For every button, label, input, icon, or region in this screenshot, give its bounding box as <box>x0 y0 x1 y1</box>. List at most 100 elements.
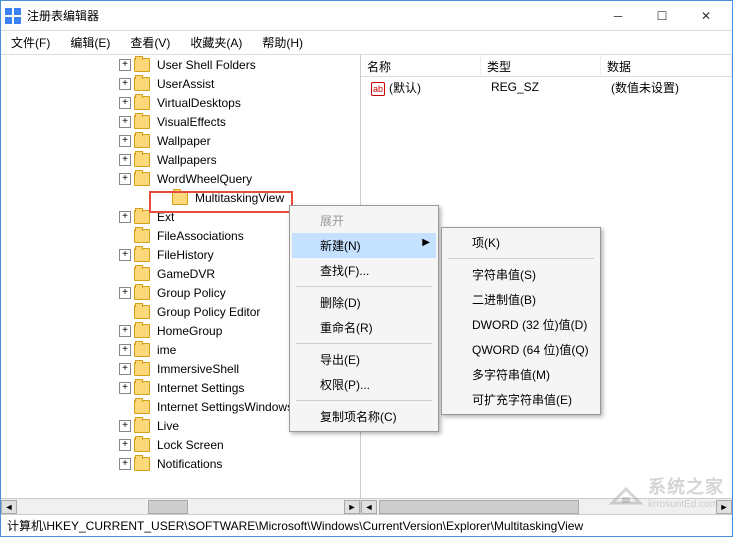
expand-toggle-icon[interactable]: + <box>119 211 131 223</box>
ctx-new-multistring[interactable]: 多字符串值(M) <box>444 362 598 387</box>
expand-toggle-icon[interactable]: + <box>119 154 131 166</box>
ctx-new-key[interactable]: 项(K) <box>444 230 598 255</box>
expand-toggle-icon[interactable]: + <box>119 78 131 90</box>
tree-item-label: FileAssociations <box>154 228 247 244</box>
folder-icon <box>134 58 150 72</box>
expand-toggle-icon[interactable]: + <box>119 458 131 470</box>
col-data[interactable]: 数据 <box>601 55 732 76</box>
folder-icon <box>134 115 150 129</box>
tree-item-label: GameDVR <box>154 266 218 282</box>
tree-item-label: Notifications <box>154 456 225 472</box>
expand-toggle-icon[interactable]: + <box>119 59 131 71</box>
close-button[interactable]: ✕ <box>684 2 728 30</box>
col-type[interactable]: 类型 <box>481 55 601 76</box>
ctx-delete[interactable]: 删除(D) <box>292 290 436 315</box>
tree-item[interactable]: + UserAssist <box>1 74 360 93</box>
minimize-button[interactable]: ─ <box>596 2 640 30</box>
expand-toggle-icon[interactable]: + <box>119 344 131 356</box>
scroll-left-button[interactable]: ◄ <box>361 500 377 514</box>
tree-item[interactable]: + VirtualDesktops <box>1 93 360 112</box>
tree-item-label: HomeGroup <box>154 323 225 339</box>
scroll-track[interactable] <box>17 500 344 514</box>
tree-item[interactable]: +Wallpapers <box>1 150 360 169</box>
scroll-left-button[interactable]: ◄ <box>1 500 17 514</box>
expand-toggle-icon[interactable]: + <box>119 363 131 375</box>
menu-bar: 文件(F) 编辑(E) 查看(V) 收藏夹(A) 帮助(H) <box>1 31 732 55</box>
tree-item-label: UserAssist <box>154 76 217 92</box>
app-icon <box>5 8 21 24</box>
menu-view[interactable]: 查看(V) <box>126 32 174 53</box>
expand-toggle-icon[interactable]: + <box>119 325 131 337</box>
separator <box>296 343 432 344</box>
expand-toggle-icon[interactable]: + <box>119 135 131 147</box>
tree-hscrollbar[interactable]: ◄ ► <box>1 498 360 514</box>
ctx-export[interactable]: 导出(E) <box>292 347 436 372</box>
ctx-new-string[interactable]: 字符串值(S) <box>444 262 598 287</box>
ctx-copy-key-name[interactable]: 复制项名称(C) <box>292 404 436 429</box>
expand-toggle-icon[interactable]: + <box>119 173 131 185</box>
folder-icon <box>172 191 188 205</box>
tree-item-label: Lock Screen <box>154 437 227 453</box>
maximize-button[interactable]: ☐ <box>640 2 684 30</box>
folder-icon <box>134 457 150 471</box>
tree-item-label: VirtualDesktops <box>154 95 244 111</box>
tree-item[interactable]: + User Shell Folders <box>1 55 360 74</box>
tree-item[interactable]: +VisualEffects <box>1 112 360 131</box>
expand-toggle-icon[interactable]: + <box>119 287 131 299</box>
menu-help[interactable]: 帮助(H) <box>258 32 307 53</box>
expand-toggle-icon[interactable]: + <box>119 382 131 394</box>
ctx-new-qword[interactable]: QWORD (64 位)值(Q) <box>444 337 598 362</box>
folder-icon <box>134 419 150 433</box>
ctx-rename[interactable]: 重命名(R) <box>292 315 436 340</box>
folder-icon <box>134 267 150 281</box>
scroll-thumb[interactable] <box>379 500 579 514</box>
status-path: 计算机\HKEY_CURRENT_USER\SOFTWARE\Microsoft… <box>7 517 583 534</box>
ctx-new[interactable]: 新建(N) ▶ <box>292 233 436 258</box>
tree-item-label: ImmersiveShell <box>154 361 242 377</box>
expand-toggle-icon[interactable]: + <box>119 420 131 432</box>
value-row[interactable]: ab(默认) REG_SZ (数值未设置) <box>361 77 732 97</box>
scroll-right-button[interactable]: ► <box>344 500 360 514</box>
tree-item-label: User Shell Folders <box>154 57 259 73</box>
tree-item-label: Live <box>154 418 182 434</box>
tree-item[interactable]: + Wallpaper <box>1 131 360 150</box>
menu-file[interactable]: 文件(F) <box>7 32 54 53</box>
separator <box>448 258 594 259</box>
ctx-new-dword[interactable]: DWORD (32 位)值(D) <box>444 312 598 337</box>
tree-item[interactable]: + Lock Screen <box>1 435 360 454</box>
folder-icon <box>134 381 150 395</box>
folder-icon <box>134 134 150 148</box>
watermark: 系统之家 krrosuntEd.com <box>608 473 724 510</box>
tree-item-label: ime <box>154 342 179 358</box>
ctx-find[interactable]: 查找(F)... <box>292 258 436 283</box>
col-name[interactable]: 名称 <box>361 55 481 76</box>
tree-item[interactable]: +WordWheelQuery <box>1 169 360 188</box>
ctx-expand[interactable]: 展开 <box>292 208 436 233</box>
expand-toggle-icon[interactable]: + <box>119 97 131 109</box>
separator <box>296 286 432 287</box>
tree-item[interactable]: + Notifications <box>1 454 360 473</box>
folder-icon <box>134 229 150 243</box>
string-value-icon: ab <box>371 82 385 96</box>
watermark-logo-icon <box>608 477 644 507</box>
folder-icon <box>134 77 150 91</box>
ctx-permissions[interactable]: 权限(P)... <box>292 372 436 397</box>
menu-edit[interactable]: 编辑(E) <box>66 32 114 53</box>
cell-data: (数值未设置) <box>605 79 685 96</box>
cell-type: REG_SZ <box>485 80 605 94</box>
expand-toggle-icon[interactable]: + <box>119 249 131 261</box>
expand-toggle-icon[interactable]: + <box>119 116 131 128</box>
window-title: 注册表编辑器 <box>27 7 596 24</box>
scroll-thumb[interactable] <box>148 500 188 514</box>
ctx-new-binary[interactable]: 二进制值(B) <box>444 287 598 312</box>
expand-toggle-icon[interactable]: + <box>119 439 131 451</box>
folder-icon <box>134 153 150 167</box>
folder-icon <box>134 172 150 186</box>
tree-item-label: Internet Settings <box>154 380 247 396</box>
ctx-new-expandstring[interactable]: 可扩充字符串值(E) <box>444 387 598 412</box>
menu-favorites[interactable]: 收藏夹(A) <box>186 32 246 53</box>
folder-icon <box>134 324 150 338</box>
context-submenu-new: 项(K) 字符串值(S) 二进制值(B) DWORD (32 位)值(D) QW… <box>441 227 601 415</box>
tree-item-label: Wallpaper <box>154 133 214 149</box>
folder-icon <box>134 286 150 300</box>
